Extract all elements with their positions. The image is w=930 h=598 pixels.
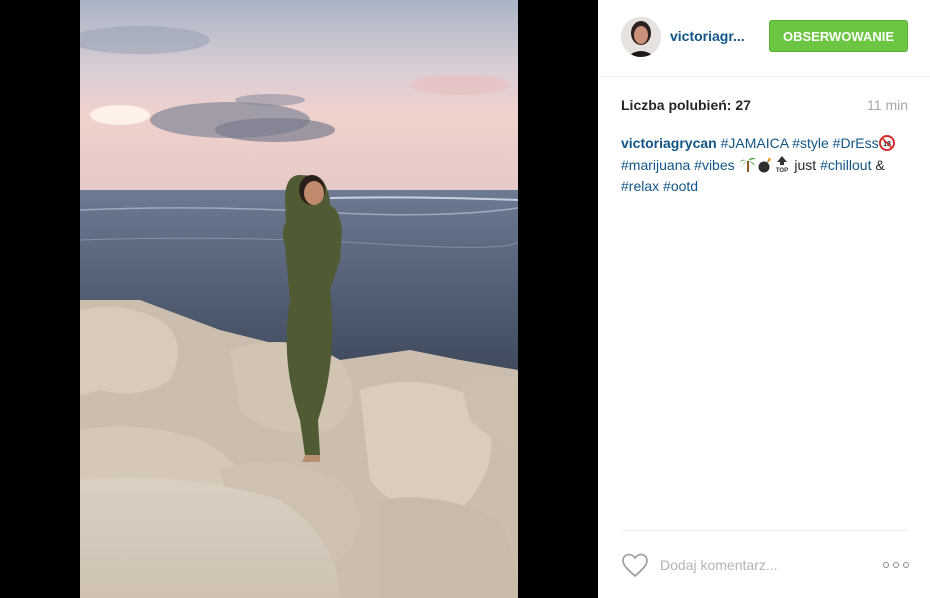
post-sidebar: victoriagr... OBSERWOWANIE Liczba polubi… <box>598 0 930 598</box>
hashtag-relax[interactable]: #relax <box>621 178 659 194</box>
dot <box>893 562 899 568</box>
more-options-icon[interactable] <box>883 558 909 572</box>
avatar[interactable] <box>621 17 661 57</box>
hashtag-dress[interactable]: #DrEss <box>833 135 879 151</box>
username-link[interactable]: victoriagr... <box>670 28 745 44</box>
likes-count[interactable]: Liczba polubień: 27 <box>621 97 751 113</box>
hashtag-jamaica[interactable]: #JAMAICA <box>721 135 789 151</box>
svg-text:TOP: TOP <box>775 168 787 173</box>
hashtag-marijuana[interactable]: #marijuana <box>621 157 690 173</box>
follow-button[interactable]: OBSERWOWANIE <box>769 20 908 52</box>
dot <box>883 562 889 568</box>
post-stats: Liczba polubień: 27 11 min <box>621 97 908 115</box>
post-header: victoriagr... OBSERWOWANIE <box>598 0 930 77</box>
hashtag-style[interactable]: #style <box>792 135 829 151</box>
top-arrow-emoji: TOP <box>773 155 791 177</box>
media-panel <box>0 0 598 598</box>
hashtag-vibes[interactable]: #vibes <box>694 157 734 173</box>
caption-username[interactable]: victoriagrycan <box>621 135 717 151</box>
post-caption: victoriagrycan #JAMAICA #style #DrEss 18 … <box>621 134 913 195</box>
caption-text-just: just <box>794 157 817 173</box>
bomb-emoji <box>757 157 773 177</box>
hashtag-chillout[interactable]: #chillout <box>820 157 871 173</box>
dot <box>903 562 909 568</box>
post-photo[interactable] <box>80 0 518 598</box>
post-time[interactable]: 11 min <box>867 97 908 113</box>
hashtag-ootd[interactable]: #ootd <box>663 178 698 194</box>
palm-tree-emoji <box>739 155 757 177</box>
comment-input[interactable] <box>660 553 860 577</box>
heart-icon[interactable] <box>621 552 649 578</box>
divider <box>621 530 908 531</box>
eighteen-emoji: 18 <box>878 135 895 155</box>
caption-text-amp: & <box>875 157 885 173</box>
